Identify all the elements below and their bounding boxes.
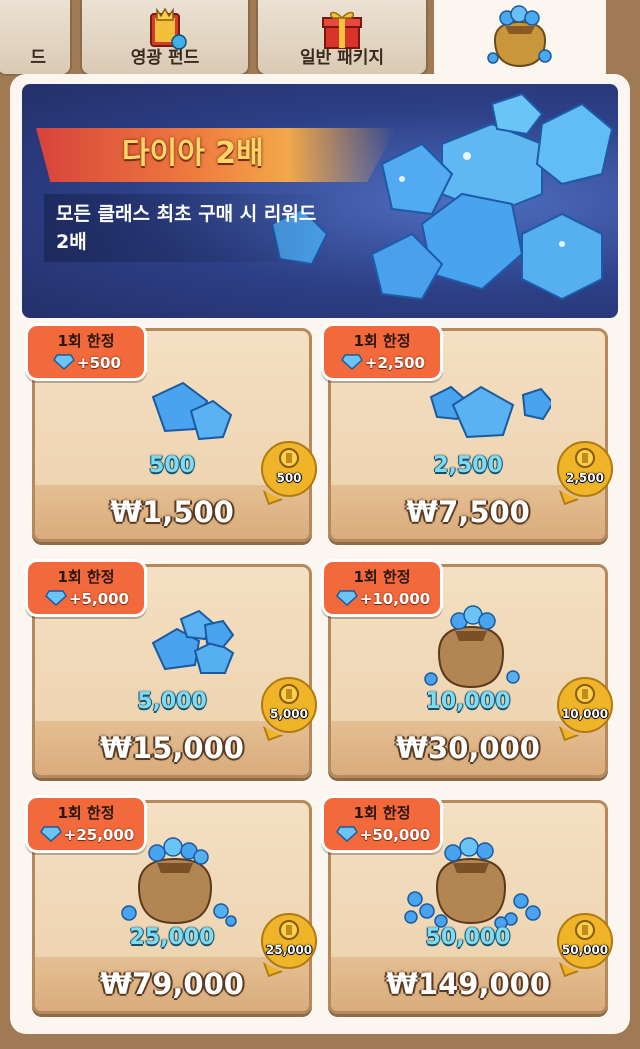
tab-bar: 드 영광 펀드 일반 패키지: [0, 0, 640, 82]
badge-bonus: +5,000: [32, 590, 142, 608]
coin-icon: [575, 684, 595, 704]
diamond-icon: [341, 354, 363, 370]
badge-bonus: +500: [32, 354, 142, 372]
diamond-icon: [335, 826, 358, 842]
diamond-icon: [45, 590, 67, 606]
badge-bonus-value: +10,000: [359, 590, 431, 608]
badge-limit-label: 1회 한정: [353, 332, 411, 350]
tab-general-package[interactable]: 일반 패키지: [256, 0, 428, 76]
limit-badge: 1회 한정 +2,500: [321, 323, 443, 381]
badge-bonus: +25,000: [32, 826, 142, 844]
tab-glory-fund[interactable]: 영광 펀드: [80, 0, 250, 76]
mileage-coin-bubble: 50,000: [557, 913, 613, 969]
limit-badge: 1회 한정 +50,000: [321, 795, 443, 853]
mileage-coin-bubble: 5,000: [261, 677, 317, 733]
badge-limit-label: 1회 한정: [57, 804, 115, 822]
coin-value: 5,000: [270, 707, 308, 721]
product-card-500[interactable]: 500 ₩1,500 500 1회 한정 +500: [25, 323, 317, 542]
tab-diamond-shop[interactable]: [434, 0, 606, 82]
diamond-icon: [335, 590, 358, 606]
product-card-50000[interactable]: 50,000 ₩149,000 50,000 1회 한정 +50,000: [321, 795, 613, 1014]
banner-description-line1: 모든 클래스 최초 구매 시 리워드: [56, 203, 317, 225]
badge-limit-label: 1회 한정: [353, 804, 411, 822]
coin-icon: [575, 920, 595, 940]
badge-bonus-value: +2,500: [364, 354, 425, 372]
tab-partial[interactable]: 드: [0, 0, 72, 76]
product-card-25000[interactable]: 25,000 ₩79,000 25,000 1회 한정 +25,000: [25, 795, 317, 1014]
limit-badge: 1회 한정 +10,000: [321, 559, 443, 617]
badge-limit-label: 1회 한정: [57, 332, 115, 350]
coin-icon: [279, 684, 299, 704]
limit-badge: 1회 한정 +500: [25, 323, 147, 381]
badge-bonus: +50,000: [328, 826, 438, 844]
tab-glory-fund-label: 영광 펀드: [130, 48, 200, 68]
tab-general-package-label: 일반 패키지: [299, 48, 385, 68]
diamond-bag-icon: [487, 5, 552, 68]
badge-bonus-value: +5,000: [68, 590, 129, 608]
limit-badge: 1회 한정 +5,000: [25, 559, 147, 617]
tab-partial-label: 드: [30, 48, 46, 68]
diamond-icon: [53, 354, 76, 370]
badge-bonus-value: +50,000: [359, 826, 431, 844]
badge-limit-label: 1회 한정: [353, 568, 411, 586]
limit-badge: 1회 한정 +25,000: [25, 795, 147, 853]
coin-value: 10,000: [561, 707, 609, 721]
banner-description-line2: 2배: [56, 231, 87, 253]
product-card-5000[interactable]: 5,000 ₩15,000 5,000 1회 한정 +5,000: [25, 559, 317, 778]
mileage-coin-bubble: 2,500: [557, 441, 613, 497]
mileage-coin-bubble: 500: [261, 441, 317, 497]
coin-value: 2,500: [566, 471, 604, 485]
mileage-coin-bubble: 25,000: [261, 913, 317, 969]
mileage-coin-bubble: 10,000: [557, 677, 613, 733]
badge-limit-label: 1회 한정: [57, 568, 115, 586]
product-card-2500[interactable]: 2,500 ₩7,500 2,500 1회 한정 +2,500: [321, 323, 613, 542]
coin-icon: [279, 448, 299, 468]
coin-value: 50,000: [561, 943, 609, 957]
badge-bonus: +2,500: [328, 354, 438, 372]
banner-description: 모든 클래스 최초 구매 시 리워드 2배: [56, 200, 396, 256]
coin-icon: [575, 448, 595, 468]
product-card-10000[interactable]: 10,000 ₩30,000 10,000 1회 한정 +10,000: [321, 559, 613, 778]
banner-title: 다이아 2배: [122, 136, 264, 171]
badge-bonus: +10,000: [328, 590, 438, 608]
coin-value: 500: [276, 471, 302, 485]
badge-bonus-value: +500: [77, 354, 121, 372]
diamond-icon: [39, 826, 62, 842]
badge-bonus-value: +25,000: [63, 826, 135, 844]
coin-value: 25,000: [265, 943, 313, 957]
coin-icon: [279, 920, 299, 940]
